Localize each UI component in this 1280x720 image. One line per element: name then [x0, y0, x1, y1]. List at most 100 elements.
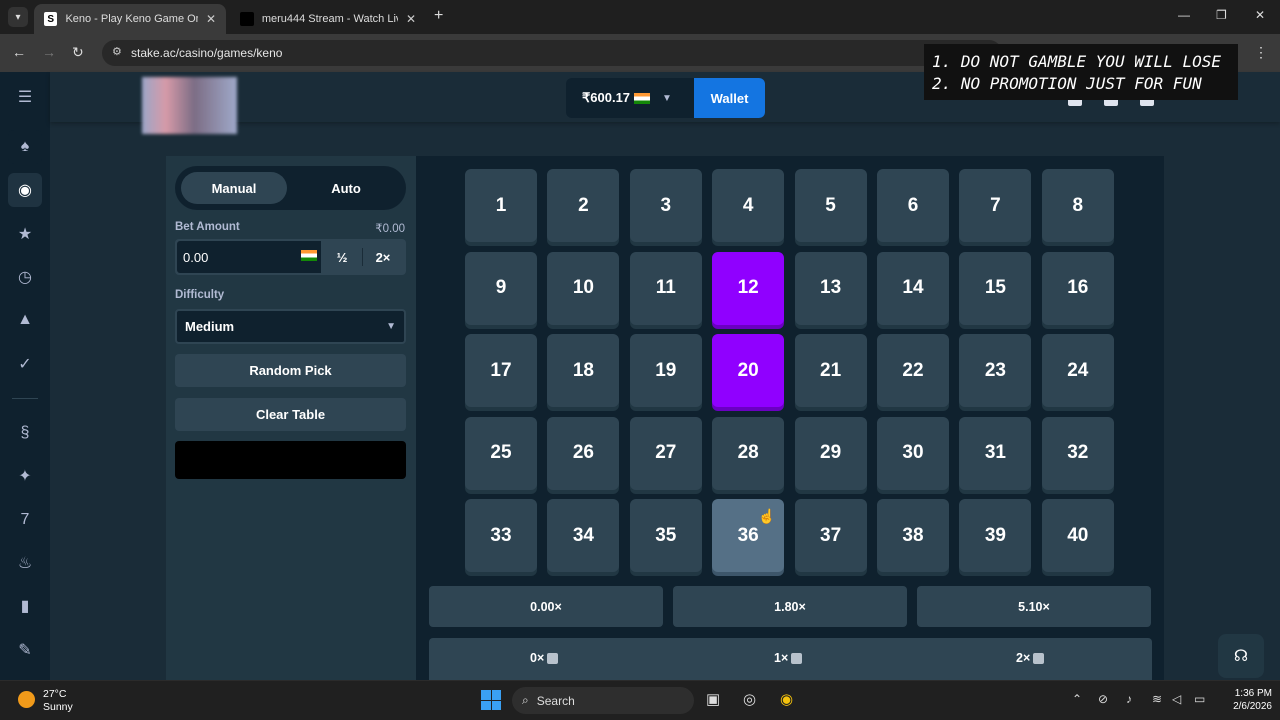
tab-stream[interactable]: meru444 Stream - Watch Live o ✕	[230, 4, 426, 34]
volume-icon[interactable]: ◁	[1172, 692, 1181, 706]
chrome-icon[interactable]: ◉	[780, 690, 793, 708]
support-headset-icon[interactable]: ☊	[1218, 634, 1264, 678]
weather-condition[interactable]: Sunny	[43, 701, 73, 713]
keno-tile-18[interactable]: 18	[547, 334, 620, 408]
weather-temperature[interactable]: 27°C	[43, 688, 66, 700]
minimize-icon[interactable]: —	[1178, 8, 1190, 22]
keno-tile-22[interactable]: 22	[877, 334, 949, 408]
keno-tile-12[interactable]: 12	[712, 251, 785, 325]
keno-tile-21[interactable]: 21	[794, 334, 867, 408]
keno-tile-34[interactable]: 34	[547, 499, 620, 573]
keno-tile-14[interactable]: 14	[877, 251, 949, 325]
sidebar-divider	[12, 398, 38, 399]
app-icon[interactable]: ◎	[743, 690, 756, 708]
clear-table-button[interactable]: Clear Table	[175, 398, 406, 431]
menu-kebab-icon[interactable]: ⋮	[1254, 44, 1268, 61]
keno-tile-40[interactable]: 40	[1041, 499, 1114, 573]
keno-tile-15[interactable]: 15	[959, 251, 1032, 325]
keno-tile-13[interactable]: 13	[794, 251, 867, 325]
keno-tile-6[interactable]: 6	[877, 169, 949, 242]
network-off-icon[interactable]: ⊘	[1098, 692, 1108, 706]
keno-tile-28[interactable]: 28	[712, 416, 785, 490]
keno-tile-19[interactable]: 19	[629, 334, 702, 408]
favorites-icon[interactable]: ★	[8, 217, 42, 251]
multiplier-2: 5.10×	[917, 586, 1151, 627]
forward-icon[interactable]: →	[42, 44, 56, 60]
taskbar-search[interactable]: ⌕ Search	[512, 687, 694, 714]
recent-icon[interactable]: ◷	[8, 260, 42, 294]
keno-tile-27[interactable]: 27	[629, 416, 702, 490]
multiplier-1: 1.80×	[673, 586, 907, 627]
new-tab-icon[interactable]: +	[434, 7, 443, 25]
battery-icon[interactable]: ▭	[1194, 692, 1205, 706]
keno-tile-31[interactable]: 31	[959, 416, 1032, 490]
keno-tile-10[interactable]: 10	[547, 251, 620, 325]
site-info-icon[interactable]: ⚙	[112, 45, 122, 58]
blurred-logo	[142, 77, 237, 134]
bet-button-redacted[interactable]	[175, 441, 406, 479]
live-casino-icon[interactable]: ▮	[8, 589, 42, 623]
tab-auto[interactable]: Auto	[293, 172, 399, 204]
keno-tile-30[interactable]: 30	[877, 416, 949, 490]
half-bet-button[interactable]: ½	[322, 241, 362, 273]
keno-tile-23[interactable]: 23	[959, 334, 1032, 408]
stake-originals-icon[interactable]: §	[8, 416, 42, 450]
url-text[interactable]: stake.ac/casino/games/keno	[131, 46, 282, 60]
keno-tile-32[interactable]: 32	[1041, 416, 1114, 490]
keno-tile-7[interactable]: 7	[959, 169, 1032, 242]
restore-icon[interactable]: ❐	[1216, 8, 1227, 22]
difficulty-select[interactable]: Medium ▼	[175, 309, 406, 344]
tab-keno[interactable]: S Keno - Play Keno Game Online ✕	[34, 4, 226, 34]
keno-tile-26[interactable]: 26	[547, 416, 620, 490]
slots-icon[interactable]: 7	[8, 503, 42, 537]
tray-chevron-icon[interactable]: ⌃	[1072, 692, 1082, 706]
sports-icon[interactable]: ◉	[8, 173, 42, 207]
keno-tile-20[interactable]: 20	[712, 334, 785, 408]
keno-tile-1[interactable]: 1	[465, 169, 537, 242]
keno-tile-9[interactable]: 9	[465, 251, 537, 325]
bet-amount-input[interactable]	[177, 241, 321, 273]
double-bet-button[interactable]: 2×	[363, 241, 403, 273]
wallet-button[interactable]: Wallet	[694, 78, 765, 118]
keno-tile-35[interactable]: 35	[629, 499, 702, 573]
keno-tile-29[interactable]: 29	[794, 416, 867, 490]
keno-tile-17[interactable]: 17	[465, 334, 537, 408]
keno-tile-3[interactable]: 3	[629, 169, 702, 242]
reload-icon[interactable]: ↻	[72, 44, 84, 61]
tab-search-dropdown-icon[interactable]: ▾	[8, 7, 28, 27]
keno-tile-11[interactable]: 11	[629, 251, 702, 325]
keno-tile-25[interactable]: 25	[465, 416, 537, 490]
bet-amount-label: Bet Amount	[175, 221, 240, 233]
close-tab-icon[interactable]: ✕	[406, 12, 416, 26]
random-pick-button[interactable]: Random Pick	[175, 354, 406, 387]
keno-tile-33[interactable]: 33	[465, 499, 537, 573]
keno-tile-16[interactable]: 16	[1041, 251, 1114, 325]
task-view-icon[interactable]: ▣	[706, 690, 720, 708]
windows-start-icon[interactable]	[481, 690, 501, 710]
tools-icon[interactable]: ✎	[8, 633, 42, 667]
keno-tile-24[interactable]: 24	[1041, 334, 1114, 408]
close-tab-icon[interactable]: ✕	[206, 12, 216, 26]
keno-tile-5[interactable]: 5	[794, 169, 867, 242]
back-icon[interactable]: ←	[12, 44, 26, 60]
challenges-icon[interactable]: ▲	[8, 303, 42, 337]
hot-icon[interactable]: ♨	[8, 546, 42, 580]
keno-tile-37[interactable]: 37	[794, 499, 867, 573]
taskbar-clock[interactable]: 1:36 PM 2/6/2026	[1212, 687, 1272, 713]
keno-tile-8[interactable]: 8	[1041, 169, 1114, 242]
hit-count-1: 1×	[774, 651, 803, 665]
wifi-icon[interactable]: ≋	[1152, 692, 1162, 706]
keno-tile-4[interactable]: 4	[712, 169, 785, 242]
microphone-icon[interactable]: ♪	[1126, 692, 1132, 706]
menu-icon[interactable]: ☰	[8, 80, 42, 114]
casino-icon[interactable]: ♠	[8, 130, 42, 164]
balance-selector[interactable]: ₹600.17 ▼	[566, 78, 694, 118]
keno-tile-38[interactable]: 38	[877, 499, 949, 573]
bets-icon[interactable]: ✓	[8, 347, 42, 381]
close-window-icon[interactable]: ✕	[1255, 8, 1265, 22]
keno-tile-2[interactable]: 2	[547, 169, 620, 242]
tab-manual[interactable]: Manual	[181, 172, 287, 204]
new-releases-icon[interactable]: ✦	[8, 459, 42, 493]
sun-icon[interactable]	[18, 691, 35, 708]
keno-tile-39[interactable]: 39	[959, 499, 1032, 573]
